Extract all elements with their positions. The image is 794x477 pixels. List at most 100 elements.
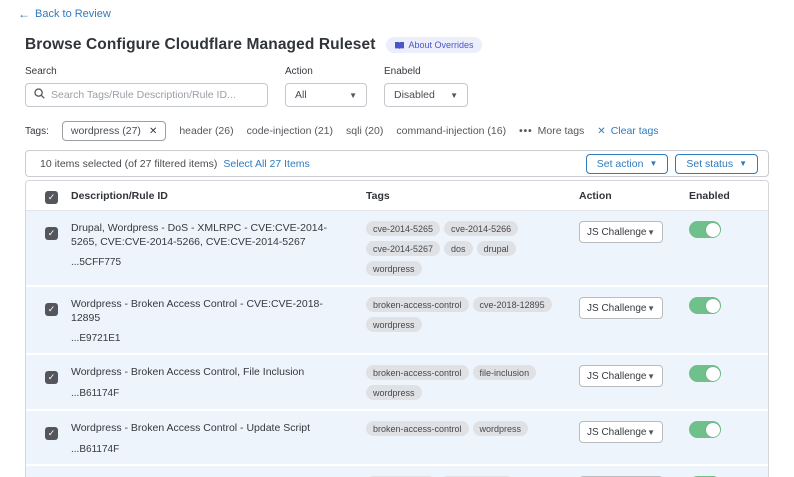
header-checkbox-cell — [26, 187, 71, 205]
row-enabled-cell — [689, 297, 768, 319]
remove-tag-icon[interactable]: ✕ — [149, 126, 157, 137]
row-checkbox[interactable] — [45, 227, 58, 240]
row-checkbox-cell — [26, 221, 71, 241]
column-header-action: Action — [579, 190, 689, 202]
tag-option[interactable]: sqli (20) — [346, 125, 383, 137]
tag-pill: drupal — [477, 241, 516, 256]
row-tags-cell: cve-2014-5265 cve-2014-5266 cve-2014-5267 d… — [366, 221, 579, 276]
back-arrow-icon: ← — [18, 8, 30, 20]
row-action-select[interactable]: JS Challenge ▼ — [579, 221, 663, 243]
row-action-cell: JS Challenge ▼ — [579, 221, 689, 243]
row-checkbox[interactable] — [45, 371, 58, 384]
back-to-review-link[interactable]: ← Back to Review — [18, 8, 111, 20]
rule-description: Wordpress - Broken Access Control - CVE:… — [71, 297, 346, 325]
column-header-description: Description/Rule ID — [71, 190, 366, 202]
tags-label: Tags: — [25, 126, 49, 137]
tag-pills: broken-access-controlcve-2018-12895wordp… — [366, 297, 573, 332]
tag-pill: cve-2014-5266 — [444, 221, 518, 236]
rule-id: ...B61174F — [71, 388, 346, 399]
search-box — [25, 83, 268, 107]
tag-pill: cve-2014-5265 — [366, 221, 440, 236]
search-input[interactable] — [51, 89, 259, 101]
bulk-action-buttons: Set action ▼ Set status ▼ — [586, 154, 758, 174]
book-icon — [394, 41, 405, 50]
enabled-toggle[interactable] — [689, 221, 721, 238]
about-overrides-badge[interactable]: About Overrides — [386, 37, 482, 53]
chevron-down-icon: ▼ — [647, 228, 655, 237]
row-tags-cell: broken-access-controlcve-2018-12895wordp… — [366, 297, 579, 332]
clear-tags-button[interactable]: ✕ Clear tags — [597, 125, 658, 137]
row-action-cell: JS Challenge ▼ — [579, 297, 689, 319]
selection-summary: 10 items selected (of 27 filtered items) — [40, 158, 217, 170]
row-action-select[interactable]: JS Challenge ▼ — [579, 421, 663, 443]
row-enabled-cell — [689, 221, 768, 243]
chevron-down-icon: ▼ — [450, 91, 458, 100]
tag-pills: broken-access-control wordpress — [366, 421, 573, 436]
table-row: Wordpress - Broken Access Control - CVE:… — [26, 285, 768, 353]
search-label: Search — [25, 66, 268, 77]
row-enabled-cell — [689, 421, 768, 443]
select-all-link[interactable]: Select All 27 Items — [223, 158, 309, 170]
tag-pill: broken-access-control — [366, 421, 469, 436]
table-header-row: Description/Rule ID Tags Action Enabled — [26, 181, 768, 211]
tag-pill: wordpress — [473, 421, 529, 436]
selected-tag-wordpress[interactable]: wordpress (27) ✕ — [62, 121, 166, 141]
table-body: Drupal, Wordpress - DoS - XMLRPC - CVE:C… — [26, 211, 768, 477]
row-checkbox[interactable] — [45, 427, 58, 440]
tag-pill: wordpress — [366, 261, 422, 276]
select-all-checkbox[interactable] — [45, 191, 58, 204]
toggle-knob — [706, 367, 720, 381]
row-checkbox-cell — [26, 365, 71, 385]
row-checkbox-cell — [26, 421, 71, 441]
set-status-label: Set status — [686, 158, 733, 170]
row-checkbox[interactable] — [45, 303, 58, 316]
row-tags-cell: broken-access-controlfile-inclusionwordp… — [366, 365, 579, 400]
tag-option[interactable]: code-injection (21) — [247, 125, 333, 137]
row-description-cell: Wordpress - Broken Access Control - CVE:… — [71, 297, 366, 344]
more-tags-label: More tags — [538, 125, 585, 137]
row-action-value: JS Challenge — [587, 227, 646, 238]
column-header-tags: Tags — [366, 190, 579, 202]
tag-pill: wordpress — [366, 317, 422, 332]
rule-description: Wordpress - Broken Access Control, File … — [71, 365, 346, 379]
tag-pill: file-inclusion — [473, 365, 537, 380]
rule-id: ...5CFF775 — [71, 257, 346, 268]
enabled-toggle[interactable] — [689, 365, 721, 382]
tags-filter-bar: Tags: wordpress (27) ✕ header (26) code-… — [25, 121, 794, 141]
row-action-select[interactable]: JS Challenge ▼ — [579, 365, 663, 387]
title-row: Browse Configure Cloudflare Managed Rule… — [25, 36, 794, 54]
page-title: Browse Configure Cloudflare Managed Rule… — [25, 36, 376, 54]
tag-pills: cve-2014-5265 cve-2014-5266 cve-2014-5267 d… — [366, 221, 573, 276]
tag-pill: cve-2014-5267 — [366, 241, 440, 256]
enabled-toggle[interactable] — [689, 421, 721, 438]
tag-option[interactable]: header (26) — [179, 125, 233, 137]
enabled-filter-select[interactable]: Disabled ▼ — [384, 83, 468, 107]
chevron-down-icon: ▼ — [649, 159, 657, 168]
rule-description: Drupal, Wordpress - DoS - XMLRPC - CVE:C… — [71, 221, 346, 249]
tag-option[interactable]: command-injection (16) — [396, 125, 506, 137]
row-checkbox-cell — [26, 297, 71, 317]
ellipsis-icon: ••• — [519, 126, 533, 137]
row-tags-cell: broken-access-control wordpress — [366, 421, 579, 436]
table-row: Wordpress - Code Injection, File Inclusi… — [26, 464, 768, 477]
set-action-button[interactable]: Set action ▼ — [586, 154, 669, 174]
enabled-toggle[interactable] — [689, 297, 721, 314]
row-description-cell: Wordpress - Broken Access Control, File … — [71, 365, 366, 398]
rule-description: Wordpress - Broken Access Control - Upda… — [71, 421, 346, 435]
action-filter-select[interactable]: All ▼ — [285, 83, 367, 107]
tag-pill: broken-access-control — [366, 365, 469, 380]
row-action-cell: JS Challenge ▼ — [579, 365, 689, 387]
row-action-value: JS Challenge — [587, 303, 646, 314]
row-action-select[interactable]: JS Challenge ▼ — [579, 297, 663, 319]
toggle-knob — [706, 223, 720, 237]
set-status-button[interactable]: Set status ▼ — [675, 154, 758, 174]
rules-table: Description/Rule ID Tags Action Enabled … — [25, 180, 769, 477]
tag-pill: cve-2018-12895 — [473, 297, 552, 312]
more-tags-button[interactable]: ••• More tags — [519, 125, 584, 137]
set-action-label: Set action — [597, 158, 644, 170]
table-row: Wordpress - Broken Access Control, File … — [26, 353, 768, 409]
table-row: Drupal, Wordpress - DoS - XMLRPC - CVE:C… — [26, 211, 768, 285]
action-filter-label: Action — [285, 66, 367, 77]
tag-pills: broken-access-controlfile-inclusionwordp… — [366, 365, 573, 400]
rule-id: ...E9721E1 — [71, 333, 346, 344]
